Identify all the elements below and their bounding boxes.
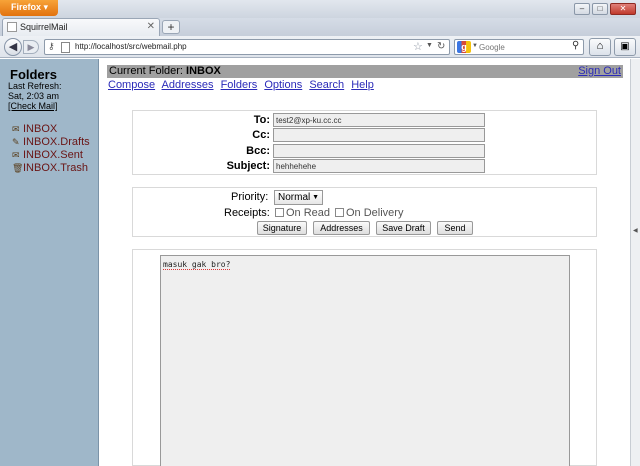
subject-row: Subject: hehhehehe — [133, 159, 598, 174]
url-bar[interactable]: ⚷ http://localhost/src/webmail.php ☆ ▼ ↻ — [44, 39, 450, 55]
drafts-icon: ✎ — [12, 137, 20, 147]
trash-icon: 🗑 — [12, 163, 24, 173]
browser-title-bar: Firefox ▾ – □ ✕ — [0, 0, 640, 18]
current-folder-name: INBOX — [186, 65, 221, 77]
folder-label: INBOX.Sent — [23, 149, 83, 161]
tab-squirrelmail[interactable]: SquirrelMail ✕ — [2, 18, 160, 36]
to-row: To: test2@xp-ku.cc.cc — [133, 113, 598, 128]
on-delivery-checkbox[interactable]: On Delivery — [335, 207, 403, 219]
folder-trash[interactable]: 🗑INBOX.Trash — [12, 162, 88, 174]
priority-value: Normal — [278, 192, 311, 203]
bookmarks-icon[interactable]: ▣ — [614, 38, 636, 56]
menu-folders[interactable]: Folders — [221, 79, 258, 91]
folder-drafts[interactable]: ✎ INBOX.Drafts — [12, 136, 90, 148]
folder-label: INBOX — [23, 123, 58, 135]
checkbox-icon — [275, 208, 284, 217]
reload-icon[interactable]: ↻ — [437, 41, 445, 52]
scroll-arrow-icon: ◀ — [633, 228, 638, 234]
receipts-label: Receipts: — [224, 207, 270, 219]
tab-close-icon[interactable]: ✕ — [147, 21, 155, 32]
on-delivery-label: On Delivery — [346, 207, 404, 219]
message-body-textarea[interactable]: masuk gak bro? — [160, 255, 570, 466]
folder-label: INBOX.Drafts — [23, 136, 90, 148]
folder-sent[interactable]: ✉ INBOX.Sent — [12, 149, 83, 161]
firefox-menu-label: Firefox — [11, 2, 42, 12]
folders-title: Folders — [10, 67, 57, 82]
chevron-down-icon: ▼ — [312, 194, 319, 201]
check-mail-link[interactable]: [Check Mail] — [8, 101, 58, 111]
menu-search[interactable]: Search — [309, 79, 344, 91]
cc-row: Cc: — [133, 128, 598, 143]
to-label: To: — [253, 114, 270, 126]
current-folder: Current Folder: INBOX — [109, 65, 221, 77]
tab-strip: SquirrelMail ✕ + — [0, 18, 640, 36]
priority-label: Priority: — [231, 191, 269, 203]
current-folder-bar: Current Folder: INBOX Sign Out — [107, 65, 623, 78]
sent-icon: ✉ — [12, 150, 20, 160]
minimize-icon[interactable]: – — [574, 3, 590, 15]
compose-header-box: To: test2@xp-ku.cc.cc Cc: Bcc: Subject: … — [132, 110, 597, 175]
back-arrow-icon[interactable]: ◀ — [4, 38, 22, 56]
send-button[interactable]: Send — [437, 221, 473, 235]
page-scrollbar[interactable]: ◀ — [630, 59, 640, 466]
last-refresh-label: Last Refresh: — [8, 81, 62, 91]
url-dropdown-icon[interactable]: ▼ — [426, 42, 433, 49]
compose-body-box: masuk gak bro? — [132, 249, 597, 466]
page-content: Folders Last Refresh: Sat, 2:03 am [Chec… — [0, 59, 640, 466]
menu-addresses[interactable]: Addresses — [162, 79, 214, 91]
priority-select[interactable]: Normal ▼ — [274, 190, 323, 205]
addresses-button[interactable]: Addresses — [313, 221, 370, 235]
current-folder-label: Current Folder: — [109, 65, 183, 77]
forward-arrow-icon[interactable]: ▶ — [23, 40, 39, 54]
menu-options[interactable]: Options — [264, 79, 302, 91]
maximize-icon[interactable]: □ — [592, 3, 608, 15]
message-body-text: masuk gak bro? — [163, 260, 231, 270]
menu-help[interactable]: Help — [351, 79, 374, 91]
search-icon[interactable]: ⚲ — [572, 40, 579, 51]
compose-options-box: Priority: Normal ▼ Receipts: On Read On D… — [132, 187, 597, 237]
checkbox-icon — [335, 208, 344, 217]
bcc-row: Bcc: — [133, 144, 598, 159]
bcc-field[interactable] — [273, 144, 485, 158]
folder-sidebar: Folders Last Refresh: Sat, 2:03 am [Chec… — [0, 59, 99, 466]
folder-inbox[interactable]: ✉ INBOX — [12, 123, 57, 135]
menu-compose[interactable]: Compose — [108, 79, 155, 91]
firefox-menu-button[interactable]: Firefox ▾ — [0, 0, 58, 16]
page-icon — [61, 42, 70, 53]
tab-title: SquirrelMail — [20, 22, 68, 32]
main-menu: Compose Addresses Folders Options Search… — [108, 79, 378, 91]
cc-field[interactable] — [273, 128, 485, 142]
bcc-label: Bcc: — [246, 145, 270, 157]
to-field[interactable]: test2@xp-ku.cc.cc — [273, 113, 485, 127]
new-tab-button[interactable]: + — [162, 20, 180, 34]
main-pane: Current Folder: INBOX Sign Out Compose A… — [100, 59, 630, 466]
folder-label: INBOX.Trash — [23, 162, 88, 174]
page-favicon-icon — [7, 22, 17, 32]
inbox-icon: ✉ — [12, 124, 20, 134]
cc-label: Cc: — [252, 129, 270, 141]
home-icon[interactable]: ⌂ — [589, 38, 611, 56]
subject-field[interactable]: hehhehehe — [273, 159, 485, 173]
close-icon[interactable]: ✕ — [610, 3, 636, 15]
url-text[interactable]: http://localhost/src/webmail.php — [75, 42, 187, 51]
on-read-checkbox[interactable]: On Read — [275, 207, 330, 219]
save-draft-button[interactable]: Save Draft — [376, 221, 431, 235]
search-engine-dropdown-icon[interactable]: ▼ — [472, 43, 478, 49]
navigation-toolbar: ◀ ▶ ⚷ http://localhost/src/webmail.php ☆… — [0, 36, 640, 58]
key-icon[interactable]: ⚷ — [48, 41, 55, 52]
signature-button[interactable]: Signature — [257, 221, 307, 235]
bookmark-star-icon[interactable]: ☆ — [413, 40, 423, 53]
search-input[interactable] — [479, 41, 571, 53]
sign-out-link[interactable]: Sign Out — [578, 65, 621, 77]
last-refresh-time: Sat, 2:03 am — [8, 91, 60, 101]
google-icon[interactable]: g — [457, 41, 471, 53]
subject-label: Subject: — [226, 160, 270, 172]
search-bar: g ▼ ⚲ — [454, 39, 584, 55]
on-read-label: On Read — [286, 207, 331, 219]
